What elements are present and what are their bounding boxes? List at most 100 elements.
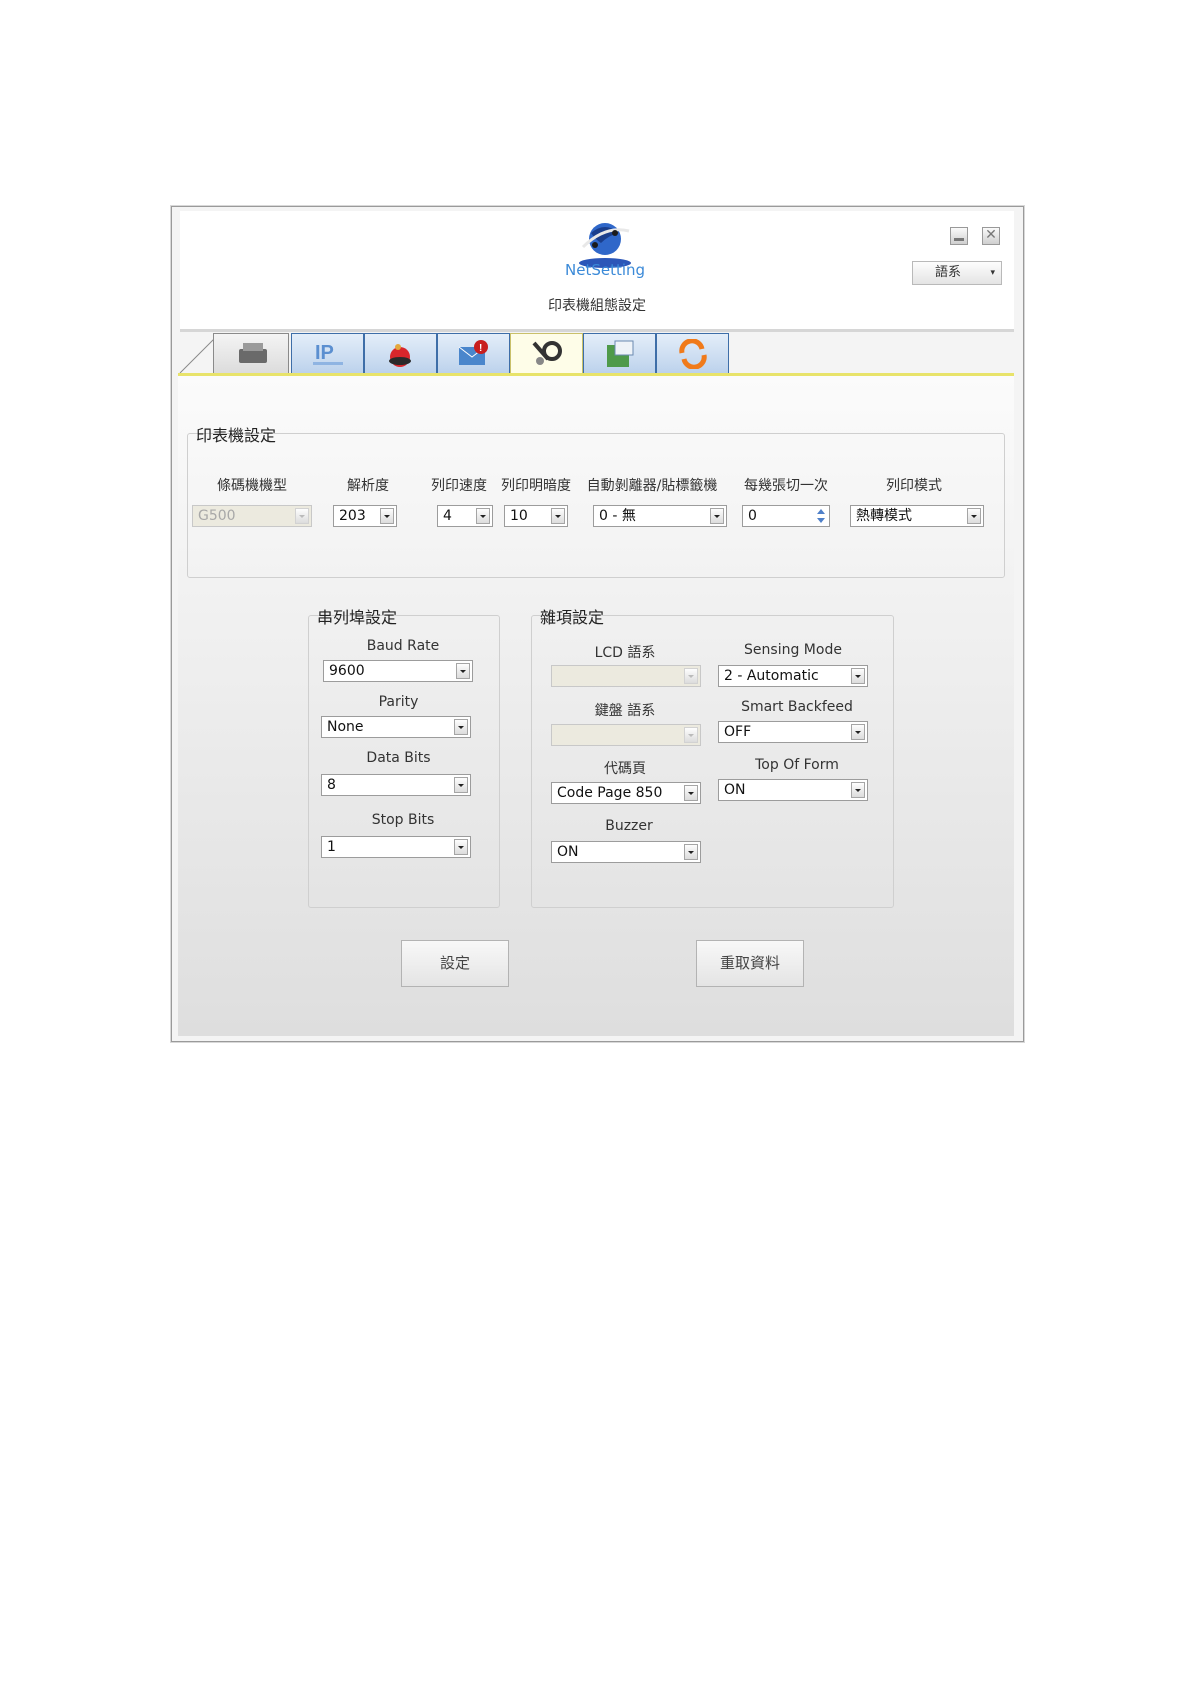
print-speed-label: 列印速度 [431, 478, 487, 494]
chevron-down-icon [456, 663, 470, 679]
sensing-mode-label: Sensing Mode [744, 642, 842, 658]
model-value: G500 [198, 508, 236, 524]
sensing-mode-value: 2 - Automatic [724, 668, 819, 684]
alert-mail-icon: ! [458, 340, 488, 365]
peeler-label: 自動剝離器/貼標籤機 [586, 478, 718, 494]
tab-printer[interactable] [213, 333, 289, 373]
ip-network-icon: IP [313, 342, 343, 365]
resolution-label: 解析度 [347, 478, 389, 494]
keyboard-language-select [551, 724, 701, 746]
print-mode-value: 熱轉模式 [856, 508, 912, 524]
chevron-down-icon [551, 508, 565, 524]
tab-network[interactable]: IP [291, 333, 364, 373]
sensing-mode-select[interactable]: 2 - Automatic [718, 665, 868, 687]
cut-every-label: 每幾張切一次 [744, 478, 828, 494]
language-dropdown[interactable]: 語系 ▾ [912, 261, 1002, 285]
cut-every-spinner[interactable]: 0 [742, 505, 830, 527]
code-page-select[interactable]: Code Page 850 [551, 782, 701, 804]
chevron-down-icon [710, 508, 724, 524]
spinner-arrows-icon[interactable] [815, 507, 827, 525]
netsetting-window: NetSetting 印表機組態設定 ✕ 語系 ▾ IP ! 印表機設定 條碼機… [171, 206, 1024, 1042]
stop-bits-label: Stop Bits [371, 812, 435, 828]
chevron-down-icon [684, 844, 698, 860]
baud-rate-select[interactable]: 9600 [323, 660, 473, 682]
code-page-value: Code Page 850 [557, 785, 663, 801]
page-subtitle: 印表機組態設定 [548, 298, 646, 314]
printer-icon [239, 343, 267, 363]
buzzer-label: Buzzer [605, 818, 653, 834]
chevron-down-icon [851, 668, 865, 684]
chevron-down-icon [684, 727, 698, 743]
keyboard-language-label: 鍵盤 語系 [594, 703, 656, 719]
parity-label: Parity [378, 694, 419, 710]
top-of-form-value: ON [724, 782, 746, 798]
cut-every-value: 0 [748, 508, 757, 524]
tools-gear-icon [532, 341, 562, 365]
resolution-value: 203 [339, 508, 366, 524]
serial-settings-title: 串列埠設定 [317, 608, 398, 627]
model-label: 條碼機機型 [217, 478, 287, 494]
tab-upload[interactable] [583, 333, 656, 373]
chevron-down-icon [476, 508, 490, 524]
refresh-icon [679, 339, 707, 369]
data-bits-value: 8 [327, 777, 336, 793]
smart-backfeed-value: OFF [724, 724, 752, 740]
minimize-button[interactable] [950, 227, 968, 245]
chevron-down-icon [684, 785, 698, 801]
print-speed-value: 4 [443, 508, 452, 524]
code-page-label: 代碼頁 [604, 761, 646, 777]
stop-bits-select[interactable]: 1 [321, 836, 471, 858]
resolution-select[interactable]: 203 [333, 505, 397, 527]
chevron-down-icon [454, 839, 468, 855]
chevron-down-icon: ▾ [990, 268, 995, 278]
logo-text: NetSetting [565, 261, 646, 279]
print-speed-select[interactable]: 4 [437, 505, 493, 527]
misc-settings-title: 雜項設定 [540, 608, 605, 627]
svg-text:IP: IP [315, 342, 334, 364]
print-mode-select[interactable]: 熱轉模式 [850, 505, 984, 527]
svg-text:!: ! [479, 343, 482, 354]
chevron-down-icon [295, 508, 309, 524]
buzzer-value: ON [557, 844, 579, 860]
peeler-value: 0 - 無 [599, 508, 636, 524]
printer-settings-title: 印表機設定 [196, 426, 277, 445]
buzzer-select[interactable]: ON [551, 841, 701, 863]
smart-backfeed-label: Smart Backfeed [741, 699, 853, 715]
tab-status[interactable] [364, 333, 437, 373]
smart-backfeed-select[interactable]: OFF [718, 721, 868, 743]
tab-bar: IP ! [178, 333, 1016, 376]
darkness-label: 列印明暗度 [501, 478, 571, 494]
data-bits-select[interactable]: 8 [321, 774, 471, 796]
language-label: 語系 [935, 265, 962, 280]
red-ball-icon [389, 344, 411, 367]
print-mode-label: 列印模式 [886, 478, 942, 494]
darkness-value: 10 [510, 508, 528, 524]
chevron-down-icon [967, 508, 981, 524]
baud-rate-value: 9600 [329, 663, 365, 679]
chevron-down-icon [684, 668, 698, 684]
chevron-down-icon [851, 724, 865, 740]
close-icon: ✕ [985, 227, 997, 243]
parity-select[interactable]: None [321, 716, 471, 738]
netsetting-logo: NetSetting [565, 217, 645, 285]
darkness-select[interactable]: 10 [504, 505, 568, 527]
chevron-down-icon [454, 777, 468, 793]
chevron-down-icon [851, 782, 865, 798]
tools-tab-panel: 印表機設定 條碼機機型 G500 解析度 203 列印速度 4 列印明暗度 10… [178, 376, 1014, 1036]
parity-value: None [327, 719, 364, 735]
tab-tools[interactable] [510, 333, 583, 376]
tab-alert[interactable]: ! [437, 333, 510, 373]
upload-file-icon [607, 340, 634, 367]
chevron-down-icon [454, 719, 468, 735]
model-select: G500 [192, 505, 312, 527]
close-button[interactable]: ✕ [982, 227, 1000, 245]
chevron-down-icon [380, 508, 394, 524]
peeler-select[interactable]: 0 - 無 [593, 505, 727, 527]
reload-button[interactable]: 重取資料 [696, 940, 804, 987]
header: NetSetting 印表機組態設定 ✕ 語系 ▾ [180, 211, 1014, 332]
stop-bits-value: 1 [327, 839, 336, 855]
set-button[interactable]: 設定 [401, 940, 509, 987]
top-of-form-select[interactable]: ON [718, 779, 868, 801]
tab-refresh[interactable] [656, 333, 729, 373]
baud-rate-label: Baud Rate [366, 638, 440, 654]
